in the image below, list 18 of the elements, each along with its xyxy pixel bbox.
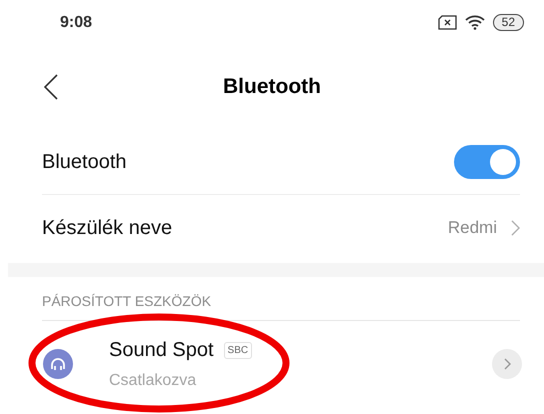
setting-label: Bluetooth	[42, 150, 127, 174]
device-name: Sound Spot	[109, 338, 214, 363]
battery-indicator: 52	[492, 14, 524, 31]
back-button[interactable]	[44, 74, 58, 100]
device-status: Csatlakozva	[109, 371, 198, 391]
no-sim-icon	[438, 15, 457, 30]
section-heading: PÁROSÍTOTT ESZKÖZÖK	[42, 292, 212, 311]
status-time: 9:08	[60, 12, 92, 32]
device-details-button[interactable]	[492, 349, 522, 379]
codec-badge: SBC	[224, 342, 252, 358]
chevron-right-icon	[511, 220, 520, 236]
wifi-icon	[464, 15, 485, 30]
toggle-switch[interactable]	[454, 144, 520, 178]
chevron-right-icon	[504, 358, 510, 370]
headphones-icon	[43, 349, 73, 379]
screen-title: Bluetooth	[223, 74, 321, 100]
setting-value: Redmi	[448, 217, 497, 240]
setting-label: Készülék neve	[42, 216, 172, 241]
